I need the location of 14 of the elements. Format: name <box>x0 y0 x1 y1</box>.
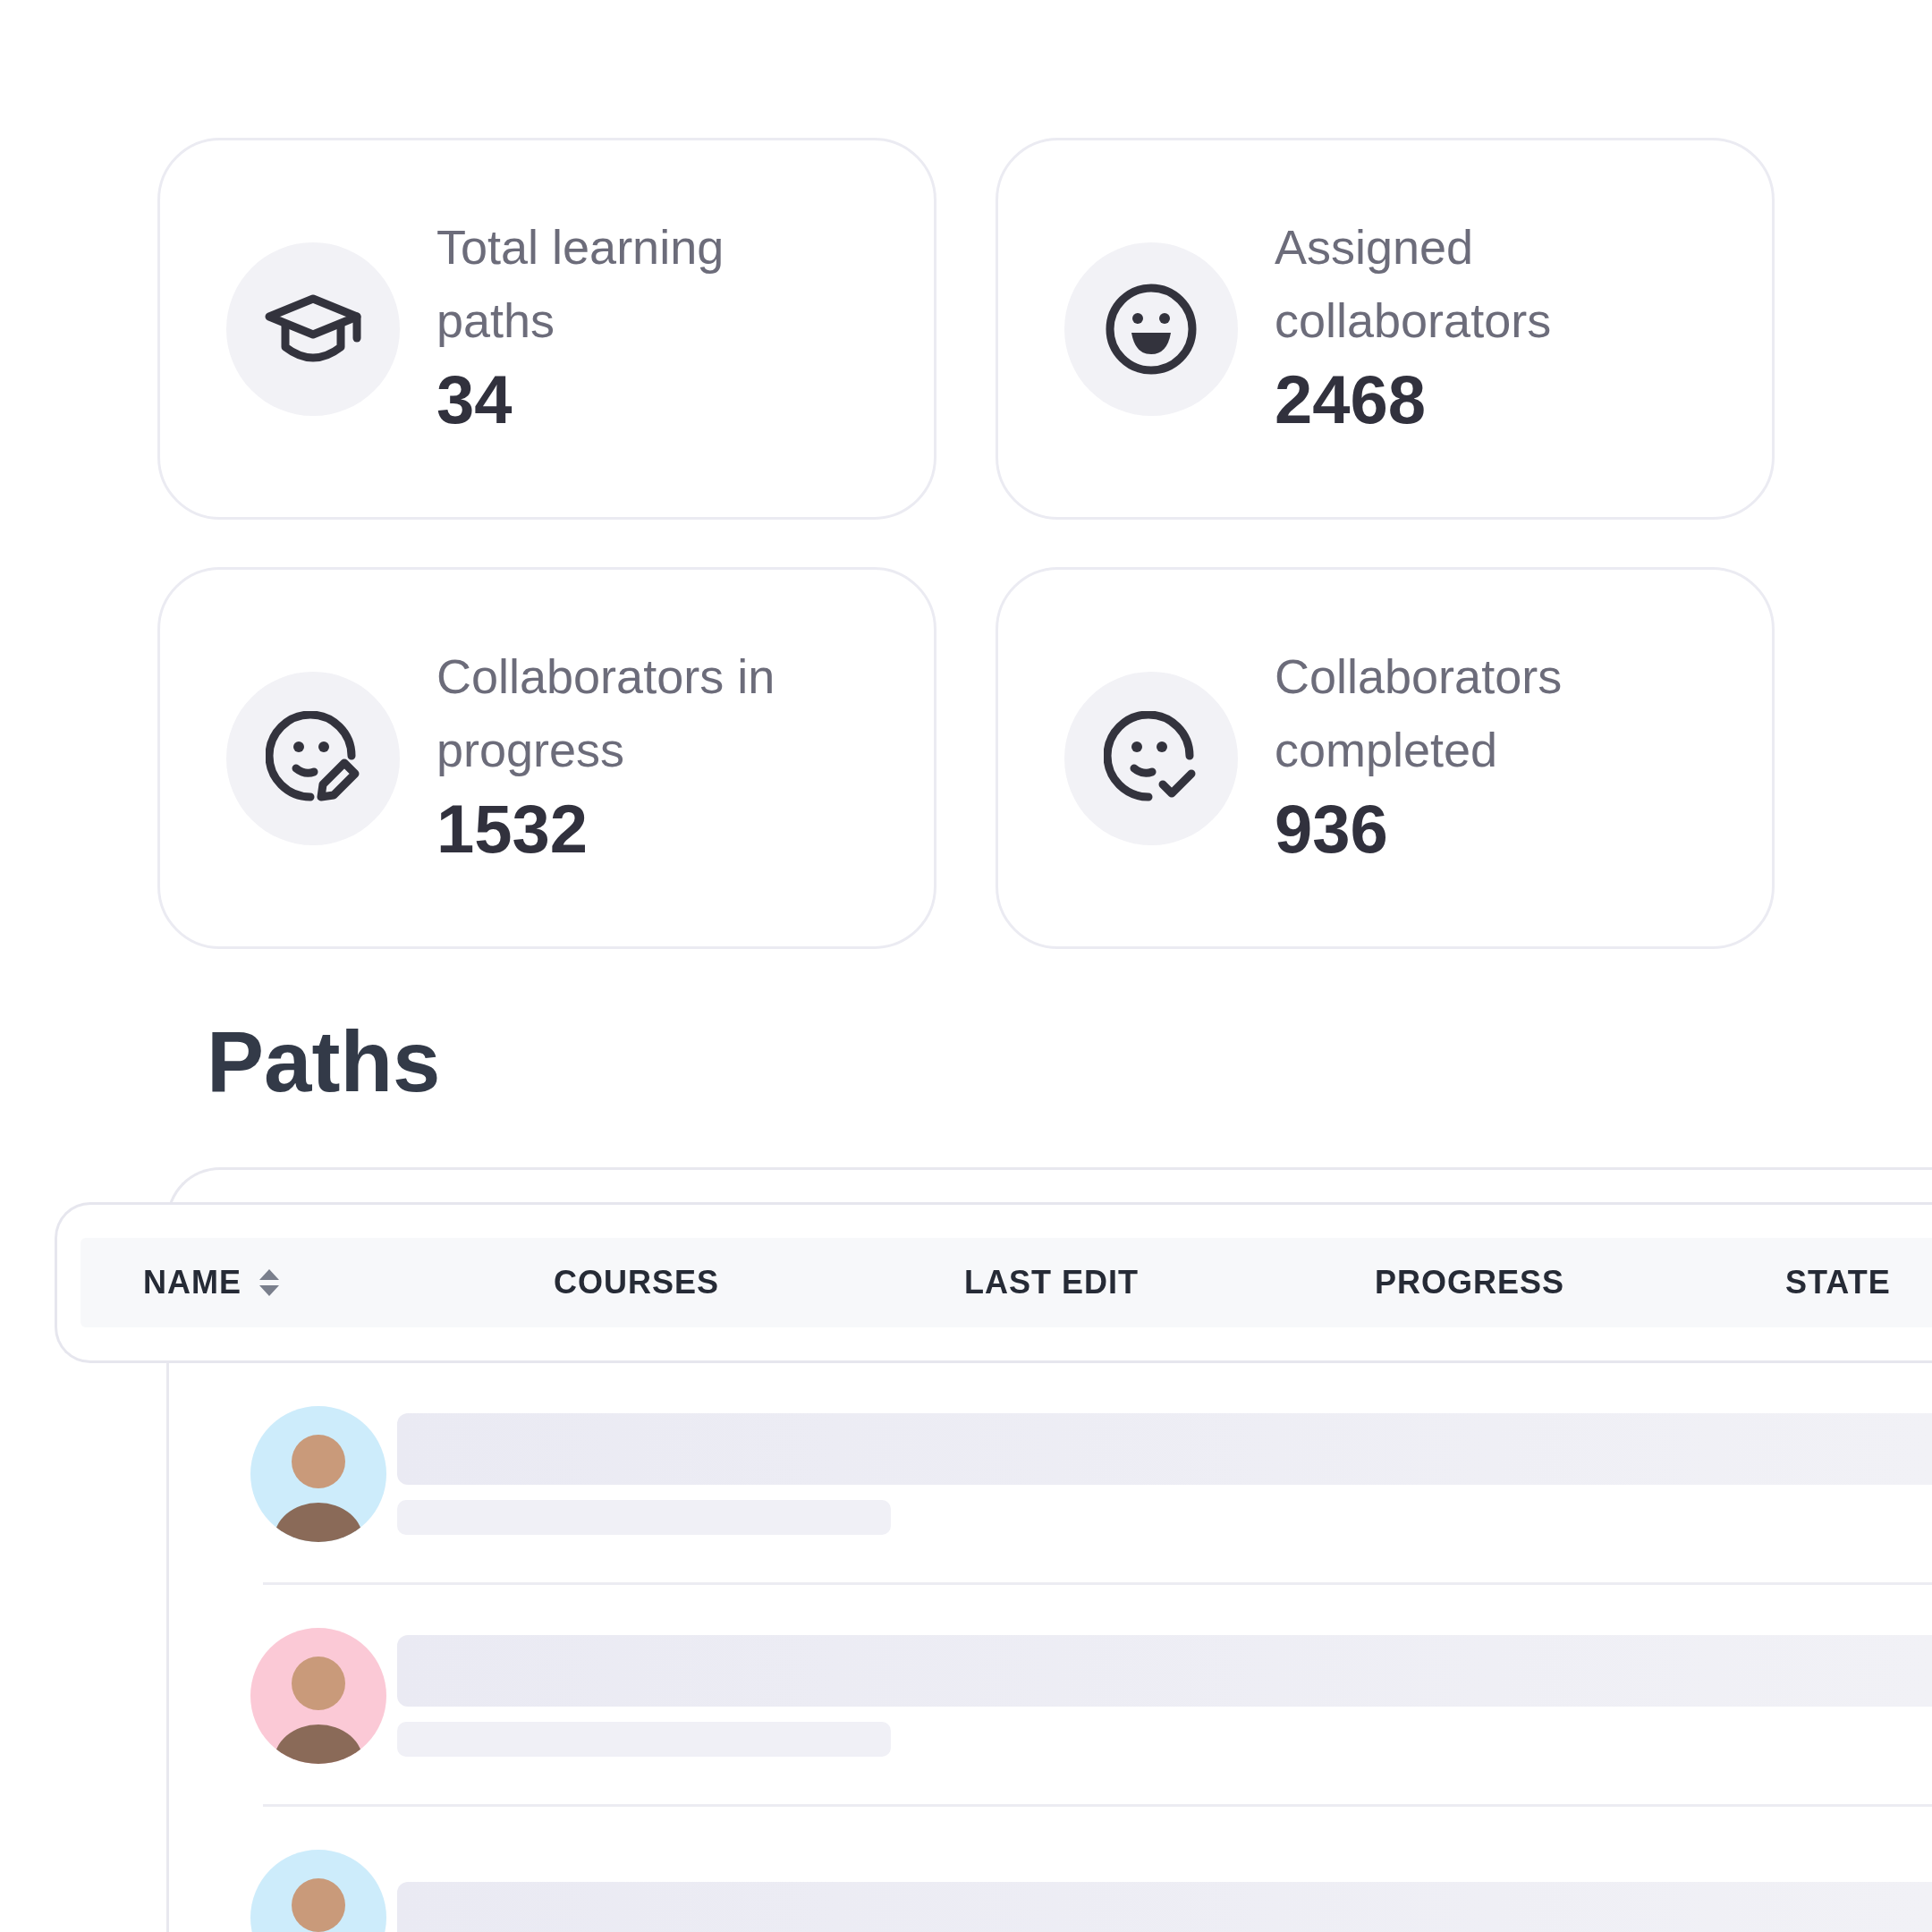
column-header: LAST EDIT <box>964 1264 1139 1301</box>
stat-value: 34 <box>436 360 513 439</box>
stat-value: 2468 <box>1275 360 1428 439</box>
stat-value: 1532 <box>436 789 589 869</box>
column-header: NAME <box>143 1264 242 1301</box>
stat-value: 936 <box>1275 789 1389 869</box>
stat-label: Collaborators completed <box>1275 648 1563 778</box>
stat-label: Collaborators in progress <box>436 648 776 778</box>
section-title: Paths <box>207 1013 442 1111</box>
stat-label: Assigned collaborators <box>1275 218 1553 349</box>
stat-label: Total learning paths <box>436 218 725 349</box>
column-header: STATE <box>1785 1264 1891 1301</box>
column-header: PROGRESS <box>1375 1264 1565 1301</box>
column-header: COURSES <box>554 1264 720 1301</box>
